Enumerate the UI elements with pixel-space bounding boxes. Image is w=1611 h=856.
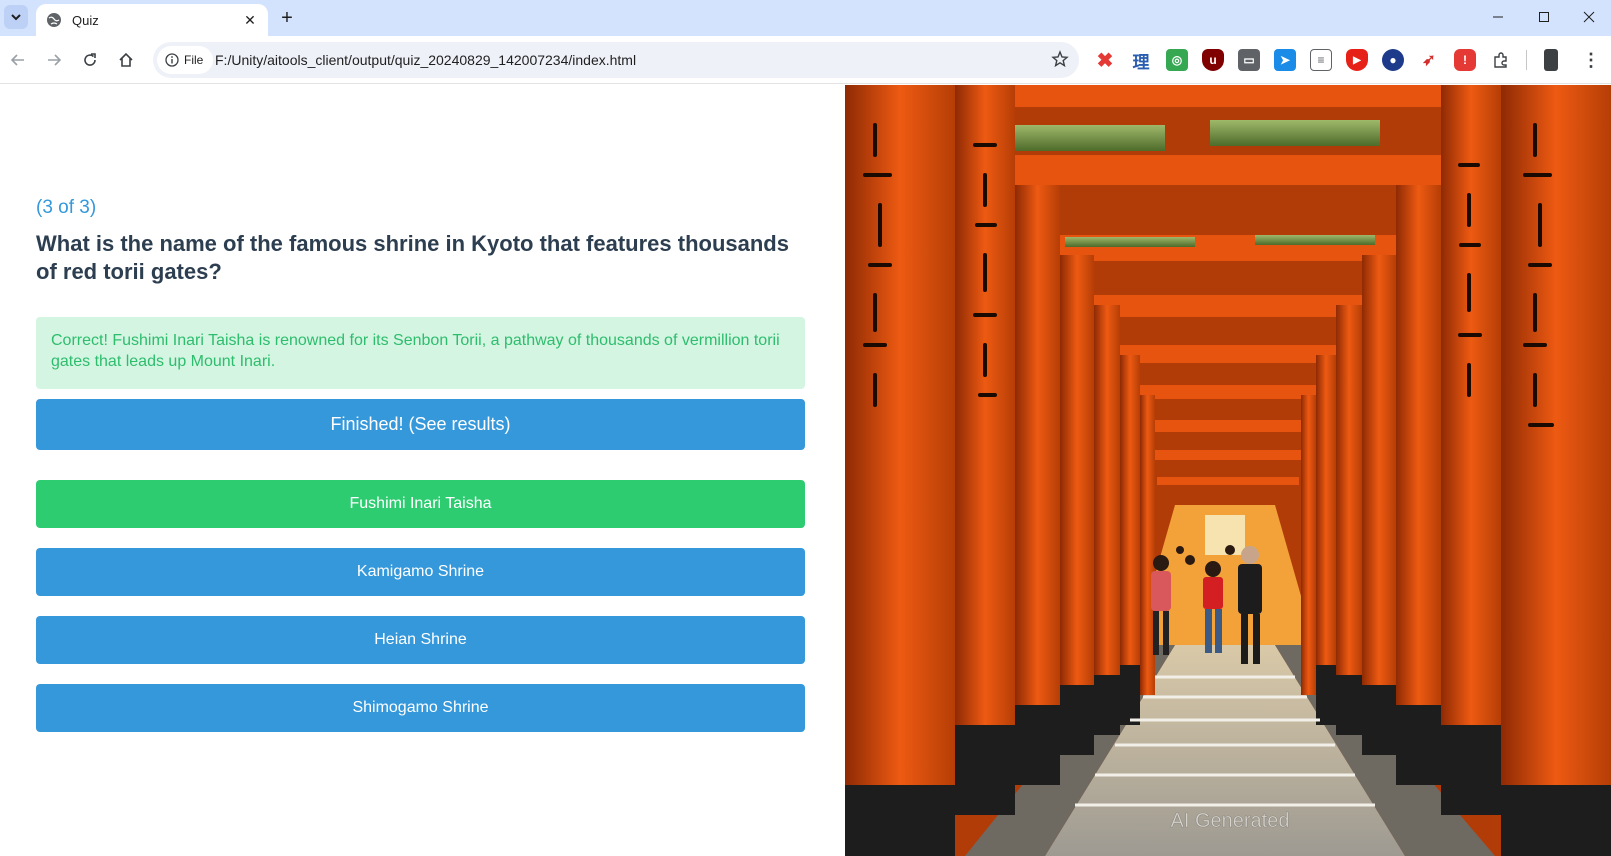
extension-red-icon[interactable]: ! xyxy=(1454,49,1476,71)
torii-gates-image: AI Generated xyxy=(845,85,1611,856)
answer-button-3[interactable]: Heian Shrine xyxy=(36,616,805,664)
toolbar-divider xyxy=(1526,50,1527,70)
extensions-puzzle-icon[interactable] xyxy=(1490,49,1512,71)
menu-kebab-icon[interactable]: ⋮ xyxy=(1580,49,1602,71)
maximize-button[interactable] xyxy=(1521,0,1567,34)
extension-paper-plane-icon[interactable]: ➤ xyxy=(1274,49,1296,71)
minimize-icon xyxy=(1493,16,1503,18)
home-button[interactable] xyxy=(112,46,140,74)
reload-icon xyxy=(84,53,96,66)
answer-button-1[interactable]: Fushimi Inari Taisha xyxy=(36,480,805,528)
tab-strip: Quiz ✕ + xyxy=(0,0,1611,36)
tab-close-icon[interactable]: ✕ xyxy=(242,12,258,28)
ublock-shield-icon[interactable]: u xyxy=(1202,49,1224,71)
reload-button[interactable] xyxy=(76,46,104,74)
forward-button[interactable] xyxy=(40,46,68,74)
question-text: What is the name of the famous shrine in… xyxy=(36,231,789,284)
extension-video-shield-icon[interactable]: ▶ xyxy=(1346,49,1368,71)
home-icon xyxy=(119,52,133,67)
info-icon xyxy=(165,53,179,67)
profile-phone-icon[interactable] xyxy=(1544,49,1558,71)
back-button[interactable] xyxy=(4,46,32,74)
back-arrow-icon xyxy=(10,54,24,66)
feedback-message: Correct! Fushimi Inari Taisha is renowne… xyxy=(36,317,805,389)
browser-toolbar: File F:/Unity/aitools_client/output/quiz… xyxy=(0,36,1611,84)
tab-title: Quiz xyxy=(72,12,99,28)
minimize-button[interactable] xyxy=(1475,0,1521,34)
globe-icon xyxy=(47,13,61,27)
bookmark-star-icon[interactable] xyxy=(1051,50,1069,73)
url-text: F:/Unity/aitools_client/output/quiz_2024… xyxy=(215,52,637,68)
tab-quiz[interactable]: Quiz ✕ xyxy=(36,4,268,36)
tab-search-button[interactable] xyxy=(4,5,28,29)
answer-button-2[interactable]: Kamigamo Shrine xyxy=(36,548,805,596)
close-window-button[interactable] xyxy=(1566,0,1611,34)
page-content: (3 of 3) What is the name of the famous … xyxy=(0,85,1611,856)
ai-generated-watermark: AI Generated xyxy=(1171,810,1290,832)
extension-rocket-icon[interactable]: ➶ xyxy=(1418,49,1440,71)
answer-button-4[interactable]: Shimogamo Shrine xyxy=(36,684,805,732)
finished-button[interactable]: Finished! (See results) xyxy=(36,399,805,450)
extension-reader-icon[interactable]: ≡ xyxy=(1310,49,1332,71)
torii-illustration: AI Generated xyxy=(845,85,1611,856)
extension-circle-icon[interactable]: ● xyxy=(1382,49,1404,71)
extension-dictionary-icon[interactable]: 理 xyxy=(1130,49,1152,72)
new-tab-button[interactable]: + xyxy=(276,7,298,29)
extension-folder-icon[interactable]: ▭ xyxy=(1238,49,1260,71)
chevron-down-icon xyxy=(11,14,21,21)
forward-arrow-icon xyxy=(48,54,62,66)
extension-x-icon[interactable]: ✖ xyxy=(1094,49,1116,72)
question-progress: (3 of 3) xyxy=(36,197,97,218)
close-icon xyxy=(1583,11,1595,23)
site-info-chip[interactable]: File xyxy=(157,46,214,74)
maximize-icon xyxy=(1539,12,1549,22)
file-label: File xyxy=(184,53,204,67)
extension-translate-icon[interactable]: ◎ xyxy=(1166,49,1188,71)
address-bar[interactable]: File F:/Unity/aitools_client/output/quiz… xyxy=(153,42,1079,78)
